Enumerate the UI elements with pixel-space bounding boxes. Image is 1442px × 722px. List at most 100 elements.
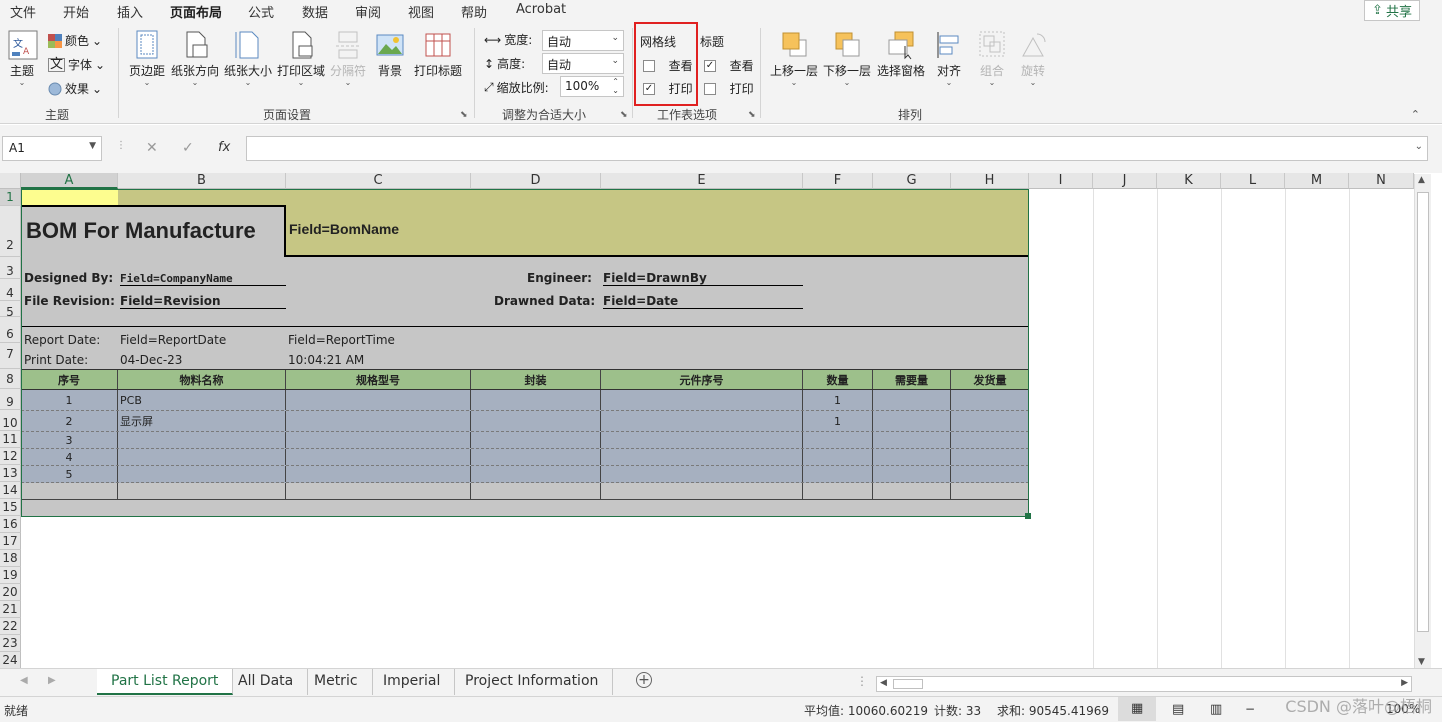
orientation-button[interactable]: 纸张方向 ⌄ <box>171 30 219 87</box>
worksheet-grid[interactable]: A B C D E F G H I J K L M N 1 2 3 4 5 6 … <box>0 173 1442 668</box>
scroll-down-icon[interactable]: ▼ <box>1418 657 1425 667</box>
table-cell[interactable] <box>951 483 1029 499</box>
table-cell[interactable] <box>286 390 471 410</box>
table-cell[interactable] <box>471 390 601 410</box>
row-header[interactable]: 9 <box>0 389 21 410</box>
tab-page-layout[interactable]: 页面布局 <box>170 2 223 24</box>
scroll-tabs-right-icon[interactable]: ▶ <box>48 675 56 686</box>
fill-handle[interactable] <box>1025 513 1031 519</box>
table-header-cell[interactable]: 物料名称 <box>118 370 286 389</box>
horizontal-scrollbar[interactable]: ◀ ▶ <box>876 676 1412 692</box>
column-header[interactable]: C <box>286 173 471 189</box>
send-backward-button[interactable]: 下移一层 ⌄ <box>823 30 871 87</box>
table-cell[interactable] <box>873 449 951 465</box>
table-cell[interactable] <box>286 466 471 482</box>
table-cell[interactable] <box>471 466 601 482</box>
expand-formula-icon[interactable]: ⌄ <box>1415 141 1423 152</box>
table-row[interactable]: 4 <box>21 449 1029 466</box>
scroll-tabs-left-icon[interactable]: ◀ <box>20 675 28 686</box>
table-cell[interactable]: 1 <box>803 411 873 431</box>
bom-report-area[interactable]: BOM For Manufacture Field=BomName Design… <box>21 189 1031 519</box>
row-header[interactable]: 21 <box>0 601 21 618</box>
column-header[interactable]: E <box>601 173 803 189</box>
file-revision-value[interactable]: Field=Revision <box>120 294 286 309</box>
dialog-launcher-icon[interactable]: ⬊ <box>620 110 628 120</box>
print-area-button[interactable]: 打印区域 ⌄ <box>277 30 325 87</box>
align-button[interactable]: 对齐 ⌄ <box>935 30 963 87</box>
row-header[interactable]: 4 <box>0 279 21 301</box>
table-cell[interactable] <box>951 411 1029 431</box>
report-date-value[interactable]: Field=ReportDate <box>120 333 226 347</box>
rotate-button[interactable]: 旋转 ⌄ <box>1019 30 1047 87</box>
group-button[interactable]: 组合 ⌄ <box>978 30 1006 87</box>
sheet-tab-part-list-report[interactable]: Part List Report <box>97 669 234 695</box>
column-header[interactable]: N <box>1349 173 1414 189</box>
width-dropdown[interactable]: 自动 ⌄ <box>542 30 624 51</box>
margins-button[interactable]: 页边距 ⌄ <box>129 30 165 87</box>
table-cell[interactable] <box>803 449 873 465</box>
background-button[interactable]: 背景 <box>376 30 404 79</box>
table-cell[interactable] <box>286 449 471 465</box>
table-header-cell[interactable]: 需要量 <box>873 370 951 389</box>
tab-formulas[interactable]: 公式 <box>248 2 274 21</box>
table-cell[interactable] <box>951 449 1029 465</box>
enter-icon[interactable]: ✓ <box>182 140 194 156</box>
column-header[interactable]: H <box>951 173 1029 189</box>
print-time-value[interactable]: 10:04:21 AM <box>288 353 364 367</box>
table-cell[interactable] <box>471 483 601 499</box>
scroll-thumb[interactable] <box>1417 192 1429 632</box>
table-header-cell[interactable]: 序号 <box>21 370 118 389</box>
row-header[interactable]: 14 <box>0 482 21 499</box>
table-cell[interactable] <box>118 483 286 499</box>
table-cell[interactable] <box>601 432 803 448</box>
tab-file[interactable]: 文件 <box>10 2 36 21</box>
tab-data[interactable]: 数据 <box>302 2 328 21</box>
column-header[interactable]: B <box>118 173 286 189</box>
select-all-corner[interactable] <box>0 173 21 189</box>
table-cell[interactable] <box>286 483 471 499</box>
table-cell[interactable]: 3 <box>21 432 118 448</box>
print-date-value[interactable]: 04-Dec-23 <box>120 353 182 367</box>
column-header[interactable]: F <box>803 173 873 189</box>
row-header[interactable]: 8 <box>0 369 21 389</box>
table-cell[interactable] <box>873 483 951 499</box>
print-titles-button[interactable]: 打印标题 <box>414 30 462 79</box>
bring-forward-button[interactable]: 上移一层 ⌄ <box>770 30 818 87</box>
designed-by-value[interactable]: Field=CompanyName <box>120 272 286 286</box>
sheet-tab-all-data[interactable]: All Data <box>224 669 309 695</box>
tab-view[interactable]: 视图 <box>408 2 434 21</box>
column-header[interactable]: M <box>1285 173 1349 189</box>
breaks-button[interactable]: 分隔符 ⌄ <box>330 30 366 87</box>
table-cell[interactable] <box>601 483 803 499</box>
table-cell[interactable]: 1 <box>803 390 873 410</box>
table-row[interactable]: 1 PCB 1 <box>21 390 1029 411</box>
tab-splitter-icon[interactable]: ⋮ <box>856 674 868 688</box>
bom-name-field[interactable]: Field=BomName <box>289 221 399 237</box>
sheet-tab-imperial[interactable]: Imperial <box>369 669 456 695</box>
row-header[interactable]: 22 <box>0 618 21 635</box>
table-row[interactable]: 3 <box>21 432 1029 449</box>
scroll-thumb[interactable] <box>893 679 923 689</box>
active-cell[interactable] <box>21 189 118 206</box>
table-cell[interactable] <box>873 411 951 431</box>
table-cell[interactable] <box>286 432 471 448</box>
sheet-tab-metric[interactable]: Metric <box>300 669 373 695</box>
row-header[interactable]: 15 <box>0 499 21 516</box>
table-cell[interactable] <box>118 432 286 448</box>
column-header[interactable]: J <box>1093 173 1157 189</box>
row-header[interactable]: 6 <box>0 317 21 343</box>
table-cell[interactable] <box>873 466 951 482</box>
normal-view-button[interactable]: ▦ <box>1118 697 1156 721</box>
table-cell[interactable] <box>803 483 873 499</box>
row-header[interactable]: 18 <box>0 550 21 567</box>
column-header[interactable]: A <box>21 173 118 189</box>
row-header[interactable]: 7 <box>0 343 21 369</box>
page-layout-view-icon[interactable]: ▤ <box>1172 702 1184 717</box>
tab-home[interactable]: 开始 <box>63 2 89 21</box>
table-header-cell[interactable]: 元件序号 <box>601 370 803 389</box>
column-header[interactable]: L <box>1221 173 1285 189</box>
scroll-left-icon[interactable]: ◀ <box>880 678 887 688</box>
cancel-icon[interactable]: ✕ <box>146 140 158 156</box>
table-header-cell[interactable]: 数量 <box>803 370 873 389</box>
scroll-up-icon[interactable]: ▲ <box>1418 175 1425 185</box>
